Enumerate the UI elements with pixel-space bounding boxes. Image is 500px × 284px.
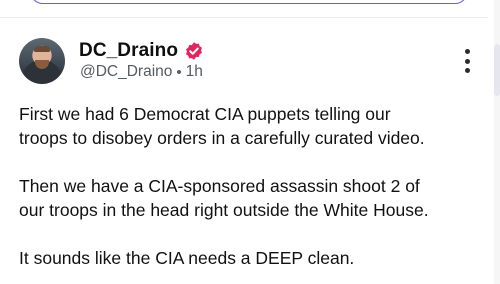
author-meta-row: @DC_Draino • 1h (80, 63, 203, 81)
post-line: Then we have a CIA-sponsored assassin sh… (19, 176, 420, 196)
scrollbar-track[interactable] (494, 0, 500, 284)
post-timestamp[interactable]: 1h (186, 63, 203, 81)
more-vertical-icon[interactable] (462, 49, 472, 73)
verified-badge-icon (186, 42, 203, 60)
post-paragraph: Then we have a CIA-sponsored assassin sh… (19, 174, 479, 222)
avatar-beard (35, 60, 49, 69)
meta-separator: • (176, 63, 182, 81)
scrollbar-thumb[interactable] (494, 44, 500, 96)
avatar[interactable] (19, 38, 65, 84)
more-dot (464, 58, 470, 64)
author-display-name[interactable]: DC_Draino (79, 40, 178, 62)
top-button[interactable] (30, 0, 468, 4)
author-name-row: DC_Draino (79, 40, 204, 62)
post-line: troops to disobey orders in a carefully … (19, 128, 425, 148)
more-dot (464, 68, 470, 73)
post-line: It sounds like the CIA needs a DEEP clea… (19, 248, 355, 268)
post-line: our troops in the head right outside the… (19, 200, 429, 220)
post-card[interactable]: DC_Draino @DC_Draino • 1h First we had 6… (0, 18, 494, 284)
post-line: First we had 6 Democrat CIA puppets tell… (19, 104, 391, 124)
feed-page: DC_Draino @DC_Draino • 1h First we had 6… (0, 0, 500, 284)
post-paragraph: First we had 6 Democrat CIA puppets tell… (19, 102, 479, 150)
avatar-hair (34, 46, 50, 52)
post-body: First we had 6 Democrat CIA puppets tell… (19, 102, 479, 284)
author-handle[interactable]: @DC_Draino (80, 63, 172, 81)
post-paragraph: It sounds like the CIA needs a DEEP clea… (19, 246, 479, 270)
more-dot (464, 49, 470, 54)
